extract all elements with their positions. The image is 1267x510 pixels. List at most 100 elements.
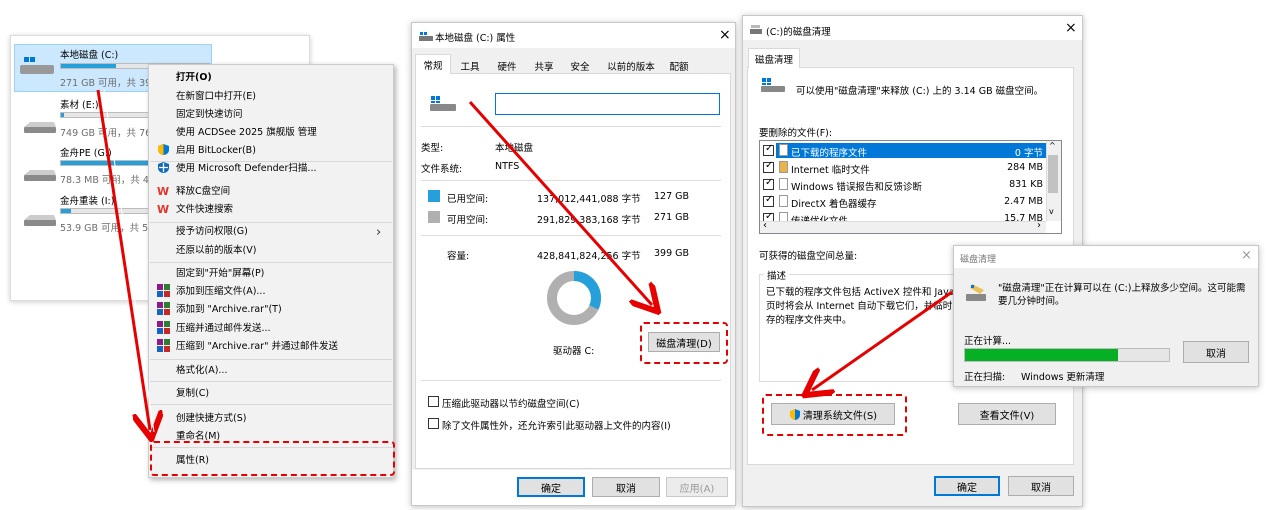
menu-item[interactable]: 添加到 "Archive.rar"(T) — [176, 301, 282, 315]
dialog-message: "磁盘清理"正在计算可以在 (C:)上释放多少空间。这可能需要几分钟时间。 — [998, 283, 1246, 307]
windows-drive-icon — [18, 55, 58, 80]
cleanup-broom-icon — [964, 282, 990, 307]
used-gb: 127 GB — [654, 191, 690, 202]
menu-item[interactable]: 授予访问权限(G) — [176, 223, 248, 237]
free-label: 可用空间: — [447, 215, 489, 226]
drive-info: 749 GB 可用，共 76 — [60, 128, 152, 139]
divider — [421, 180, 721, 181]
menu-separator — [150, 222, 392, 223]
drive-letter-label: 驱动器 C: — [553, 346, 595, 357]
type-value: 本地磁盘 — [495, 143, 534, 154]
file-checkbox[interactable]: ✓ — [763, 177, 774, 190]
hdd-icon — [22, 213, 58, 227]
file-size: 2.47 MB — [1004, 196, 1043, 207]
menu-item[interactable]: 压缩到 "Archive.rar" 并通过邮件发送 — [176, 338, 338, 352]
compress-checkbox[interactable] — [428, 396, 439, 407]
scroll-right-icon[interactable]: › — [1037, 220, 1041, 231]
ok-button[interactable]: 确定 — [517, 477, 585, 497]
menu-separator — [150, 381, 392, 382]
file-name: 已下载的程序文件 — [791, 148, 868, 159]
tab-hardware[interactable]: 硬件 — [490, 56, 524, 74]
tab-quota[interactable]: 配额 — [664, 56, 694, 74]
file-icon — [779, 195, 788, 207]
menu-item[interactable]: 复制(C) — [176, 385, 209, 399]
apply-button[interactable]: 应用(A) — [666, 477, 728, 497]
used-label: 已用空间: — [447, 194, 489, 205]
dialog-title: 磁盘清理 — [960, 255, 997, 265]
close-icon[interactable]: × — [1241, 248, 1252, 263]
tab-sharing[interactable]: 共享 — [528, 56, 560, 74]
menu-item[interactable]: 压缩并通过邮件发送... — [176, 320, 271, 334]
scanning-label: 正在扫描: — [964, 372, 1006, 383]
dialog-titlebar — [954, 246, 1258, 268]
menu-item[interactable]: 在新窗口中打开(E) — [176, 88, 256, 102]
close-icon[interactable]: × — [719, 27, 731, 43]
index-checkbox[interactable] — [428, 418, 439, 429]
drive-name-input[interactable] — [495, 93, 720, 115]
progress-bar — [964, 348, 1170, 362]
cancel-button[interactable]: 取消 — [1008, 476, 1074, 496]
file-icon — [779, 144, 788, 156]
window-title: (C:)的磁盘清理 — [766, 27, 831, 38]
capacity-label: 容量: — [447, 251, 470, 262]
tab-tools[interactable]: 工具 — [455, 56, 485, 74]
scroll-down-icon[interactable]: v — [1049, 207, 1054, 216]
w-icon: W — [157, 202, 170, 216]
horizontal-scrollbar[interactable] — [760, 221, 1046, 233]
view-files-button[interactable]: 查看文件(V) — [958, 403, 1056, 425]
submenu-arrow-icon: › — [376, 225, 382, 240]
cancel-button[interactable]: 取消 — [1183, 341, 1249, 363]
menu-item[interactable]: 还原以前的版本(V) — [176, 242, 256, 256]
menu-separator — [150, 161, 392, 162]
menu-item[interactable]: 格式化(A)... — [176, 362, 227, 376]
menu-item[interactable]: 固定到快速访问 — [176, 106, 243, 120]
description-text: 已下载的程序文件包括 ActiveX 控件和 Java 页时将会从 Intern… — [766, 287, 955, 326]
menu-item[interactable]: 释放C盘空间 — [176, 183, 230, 197]
index-label: 除了文件属性外，还允许索引此驱动器上文件的内容(I) — [442, 421, 671, 432]
scrollbar-thumb[interactable] — [1048, 155, 1058, 193]
window-title: 本地磁盘 (C:) 属性 — [435, 33, 516, 44]
description-label: 描述 — [764, 268, 790, 282]
scroll-left-icon[interactable]: ‹ — [763, 220, 767, 231]
scroll-up-icon[interactable]: ^ — [1049, 141, 1056, 150]
tab-previous-versions[interactable]: 以前的版本 — [600, 56, 662, 74]
menu-item[interactable]: 打开(O) — [176, 69, 212, 83]
tab-disk-cleanup[interactable]: 磁盘清理 — [748, 48, 800, 68]
drive-icon — [418, 31, 434, 46]
svg-text:W: W — [157, 185, 169, 197]
menu-item[interactable]: 使用 Microsoft Defender扫描... — [176, 160, 316, 174]
menu-separator — [150, 404, 392, 405]
file-name: Windows 错误报告和反馈诊断 — [791, 182, 922, 193]
hdd-icon — [22, 120, 58, 134]
compress-label: 压缩此驱动器以节约磁盘空间(C) — [442, 399, 580, 410]
menu-separator — [150, 359, 392, 360]
winrar-icon — [157, 284, 170, 297]
files-label: 要删除的文件(F): — [759, 128, 833, 139]
menu-item[interactable]: 文件快速搜索 — [176, 201, 233, 215]
menu-item[interactable]: 使用 ACDSee 2025 旗舰版 管理 — [176, 124, 317, 138]
winrar-icon — [157, 339, 170, 352]
divider — [421, 235, 721, 236]
ok-button[interactable]: 确定 — [934, 476, 1000, 496]
filesystem-label: 文件系统: — [421, 164, 463, 175]
file-checkbox[interactable]: ✓ — [763, 143, 774, 156]
menu-item[interactable]: 固定到"开始"屏幕(P) — [176, 265, 264, 279]
file-checkbox[interactable]: ✓ — [763, 194, 774, 207]
file-checkbox[interactable]: ✓ — [763, 160, 774, 173]
menu-item[interactable]: 添加到压缩文件(A)... — [176, 283, 265, 297]
menu-item[interactable]: 启用 BitLocker(B) — [176, 142, 256, 156]
menu-item[interactable]: 重命名(M) — [176, 428, 220, 442]
capacity-gb: 399 GB — [654, 248, 690, 259]
lock-icon — [779, 161, 788, 173]
free-bytes: 291,829,383,168 字节 — [537, 215, 641, 226]
close-icon[interactable]: × — [1065, 20, 1077, 36]
tab-general[interactable]: 常规 — [415, 54, 451, 74]
used-color-swatch — [428, 190, 440, 202]
svg-text:W: W — [157, 203, 169, 215]
cleanup-intro: 可以使用"磁盘清理"来释放 (C:) 上的 3.14 GB 磁盘空间。 — [796, 86, 1044, 97]
usage-donut-chart — [547, 271, 601, 325]
highlight-properties — [150, 441, 395, 476]
tab-security[interactable]: 安全 — [564, 56, 596, 74]
menu-item[interactable]: 创建快捷方式(S) — [176, 410, 246, 424]
cancel-button[interactable]: 取消 — [592, 477, 660, 497]
